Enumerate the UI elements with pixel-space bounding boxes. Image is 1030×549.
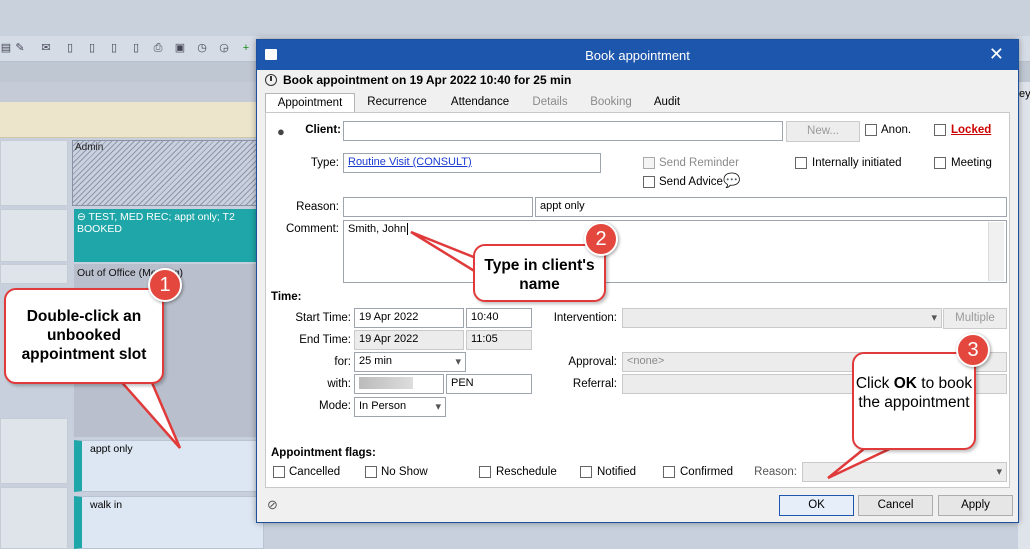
callout-3-text-bold: OK: [893, 375, 917, 392]
callout-2: Type in client's name: [473, 244, 606, 302]
callout-1: Double-click an unbooked appointment slo…: [4, 288, 164, 384]
callout-3-number: 3: [956, 333, 990, 367]
callout-1-pointer: [115, 376, 182, 449]
callout-1-number: 1: [148, 268, 182, 302]
callout-2-number: 2: [584, 222, 618, 256]
callout-3-text-pre: Click: [855, 375, 894, 392]
callout-3: Click OK to book the appointment: [852, 352, 976, 450]
callout-2-pointer: [410, 230, 478, 275]
